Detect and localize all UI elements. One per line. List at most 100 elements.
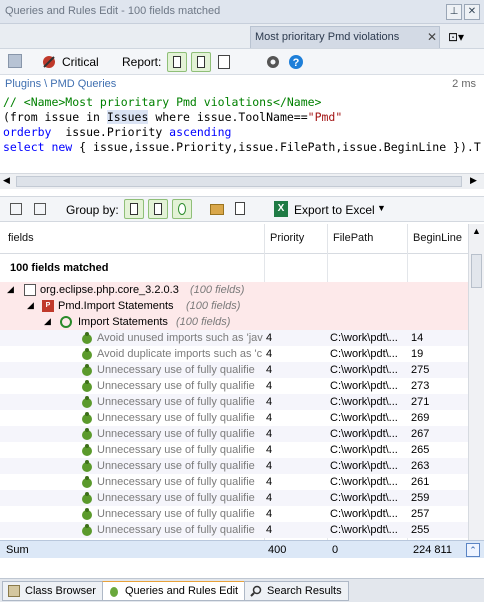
bug-icon <box>110 587 118 597</box>
cell-beginline: 255 <box>411 524 430 536</box>
critical-label[interactable]: Critical <box>62 55 99 69</box>
table-row[interactable]: Unnecessary use of fully qualifie 4 C:\wor… <box>0 426 468 442</box>
pin-button[interactable]: ⊥ <box>446 4 462 20</box>
tab-queries-and-rules-edit[interactable]: Queries and Rules Edit <box>102 581 246 601</box>
bug-icon <box>82 364 92 376</box>
group-row-type[interactable]: ◢ Import Statements (100 fields) <box>0 314 468 330</box>
cell-priority: 4 <box>266 508 273 520</box>
cell-field: Unnecessary use of fully qualifie <box>97 444 255 456</box>
export-dropdown-icon[interactable]: ▼ <box>377 203 386 213</box>
cell-beginline: 257 <box>411 508 430 520</box>
cell-filepath: C:\work\pdt\... <box>330 508 398 520</box>
matched-count: 100 fields matched <box>10 262 109 274</box>
scroll-right-icon[interactable]: ▶ <box>470 175 477 186</box>
table-row[interactable]: Avoid duplicate imports such as 'c 4 C:\wo… <box>0 346 468 362</box>
excel-icon[interactable]: X <box>274 201 288 217</box>
collapse-arrow-icon[interactable]: ◢ <box>44 316 51 327</box>
tab-search-results[interactable]: Search Results <box>244 581 349 601</box>
gear-icon[interactable] <box>265 54 281 70</box>
table-row[interactable]: Unnecessary use of fully qualifie 4 C:\wor… <box>0 458 468 474</box>
scroll-up-icon[interactable]: ▲ <box>472 226 481 236</box>
table-row[interactable]: Unnecessary use of fully qualifie 4 C:\wor… <box>0 506 468 522</box>
col-header-beginline[interactable]: BeginLine <box>413 232 462 244</box>
table-row[interactable]: Unnecessary use of fully qualifie 4 C:\wor… <box>0 490 468 506</box>
query-editor[interactable]: // <Name>Most prioritary Pmd violations<… <box>0 93 484 173</box>
col-header-filepath[interactable]: FilePath <box>333 232 373 244</box>
bug-icon <box>82 348 92 360</box>
help-icon[interactable]: ? <box>288 54 304 70</box>
sum-collapse-icon[interactable]: ⌃ <box>466 543 480 557</box>
group-by-project-button[interactable] <box>124 199 144 219</box>
save-icon[interactable] <box>8 54 22 68</box>
cell-filepath: C:\work\pdt\... <box>330 492 398 504</box>
group-name: Import Statements <box>78 316 168 328</box>
cell-filepath: C:\work\pdt\... <box>330 476 398 488</box>
code-line-3: orderby issue.Priority ascending <box>3 125 232 139</box>
results-table-body: 100 fields matched ◢ org.eclipse.php.cor… <box>0 254 468 540</box>
group-name: Pmd.Import Statements <box>58 300 174 312</box>
critical-icon[interactable] <box>40 53 58 71</box>
col-header-priority[interactable]: Priority <box>270 232 304 244</box>
group-by-namespace-button[interactable] <box>148 199 168 219</box>
table-row[interactable]: Unnecessary use of fully qualifie 4 C:\wor… <box>0 410 468 426</box>
collapse-arrow-icon[interactable]: ◢ <box>7 284 14 295</box>
class-browser-icon <box>8 585 20 597</box>
cell-priority: 4 <box>266 380 273 392</box>
new-tab-icon[interactable]: ⊡▾ <box>448 30 466 44</box>
cell-filepath: C:\work\pdt\... <box>330 364 398 376</box>
table-row[interactable]: Unnecessary use of fully qualifie 4 C:\wor… <box>0 378 468 394</box>
cell-field: Avoid duplicate imports such as 'c <box>97 348 263 360</box>
group-count: (100 fields) <box>186 300 241 312</box>
export-to-excel-button[interactable]: Export to Excel <box>294 203 375 217</box>
scroll-thumb[interactable] <box>471 254 482 288</box>
table-row[interactable]: Unnecessary use of fully qualifie 4 C:\wor… <box>0 362 468 378</box>
table-row[interactable]: Unnecessary use of fully qualifie 4 C:\wor… <box>0 522 468 538</box>
table-row[interactable]: Unnecessary use of fully qualifie 4 C:\wor… <box>0 394 468 410</box>
report-option-3-icon[interactable] <box>218 55 230 69</box>
collapse-all-icon[interactable] <box>34 203 46 215</box>
editor-horizontal-scrollbar[interactable]: ◀ ▶ <box>0 173 484 189</box>
tab-label: Most prioritary Pmd violations <box>255 31 400 43</box>
tab-most-prioritary-pmd-violations[interactable]: Most prioritary Pmd violations ✕ <box>250 26 440 48</box>
breadcrumb-path[interactable]: Plugins \ PMD Queries <box>5 78 116 90</box>
type-icon <box>60 316 72 328</box>
cell-filepath: C:\work\pdt\... <box>330 412 398 424</box>
group-row-assembly[interactable]: ◢ org.eclipse.php.core_3.2.0.3 (100 fiel… <box>0 282 468 298</box>
folder-icon[interactable] <box>210 204 224 215</box>
bug-icon <box>82 524 92 536</box>
cell-filepath: C:\work\pdt\... <box>330 460 398 472</box>
close-tab-icon[interactable]: ✕ <box>427 30 437 44</box>
query-duration: 2 ms <box>452 78 476 90</box>
table-row[interactable]: Unnecessary use of fully qualifie 4 C:\wor… <box>0 442 468 458</box>
cell-priority: 4 <box>266 428 273 440</box>
expand-all-icon[interactable] <box>10 203 22 215</box>
col-header-fields[interactable]: fields <box>8 232 34 244</box>
cell-beginline: 275 <box>411 364 430 376</box>
cell-field: Unnecessary use of fully qualifie <box>97 380 255 392</box>
tab-class-browser[interactable]: Class Browser <box>2 581 103 601</box>
collapse-arrow-icon[interactable]: ◢ <box>27 300 34 311</box>
results-toolbar: Group by: X Export to Excel ▼ <box>0 196 484 222</box>
scroll-left-icon[interactable]: ◀ <box>3 175 10 186</box>
table-row[interactable]: Unnecessary use of fully qualifie 4 C:\wor… <box>0 474 468 490</box>
results-vertical-scrollbar[interactable]: ▲ <box>468 224 484 540</box>
sum-priority: 400 <box>268 544 287 556</box>
bug-icon <box>82 332 92 344</box>
cell-field: Unnecessary use of fully qualifie <box>97 508 255 520</box>
assembly-icon <box>24 284 36 296</box>
report-option-1-button[interactable] <box>167 52 187 72</box>
sum-beginline: 224 811 <box>413 544 452 556</box>
report-option-2-button[interactable] <box>191 52 211 72</box>
page-icon[interactable] <box>235 202 245 215</box>
table-row[interactable]: Avoid unused imports such as 'jav 4 C:\wor… <box>0 330 468 346</box>
cell-priority: 4 <box>266 364 273 376</box>
group-by-type-button[interactable] <box>172 199 192 219</box>
cell-priority: 4 <box>266 460 273 472</box>
cell-field: Unnecessary use of fully qualifie <box>97 476 255 488</box>
title-bar: Queries and Rules Edit - 100 fields matc… <box>0 0 484 24</box>
close-button[interactable]: ✕ <box>464 4 480 20</box>
cell-beginline: 273 <box>411 380 430 392</box>
scroll-thumb[interactable] <box>16 176 462 187</box>
cell-beginline: 267 <box>411 428 430 440</box>
group-row-namespace[interactable]: ◢ P Pmd.Import Statements (100 fields) <box>0 298 468 314</box>
